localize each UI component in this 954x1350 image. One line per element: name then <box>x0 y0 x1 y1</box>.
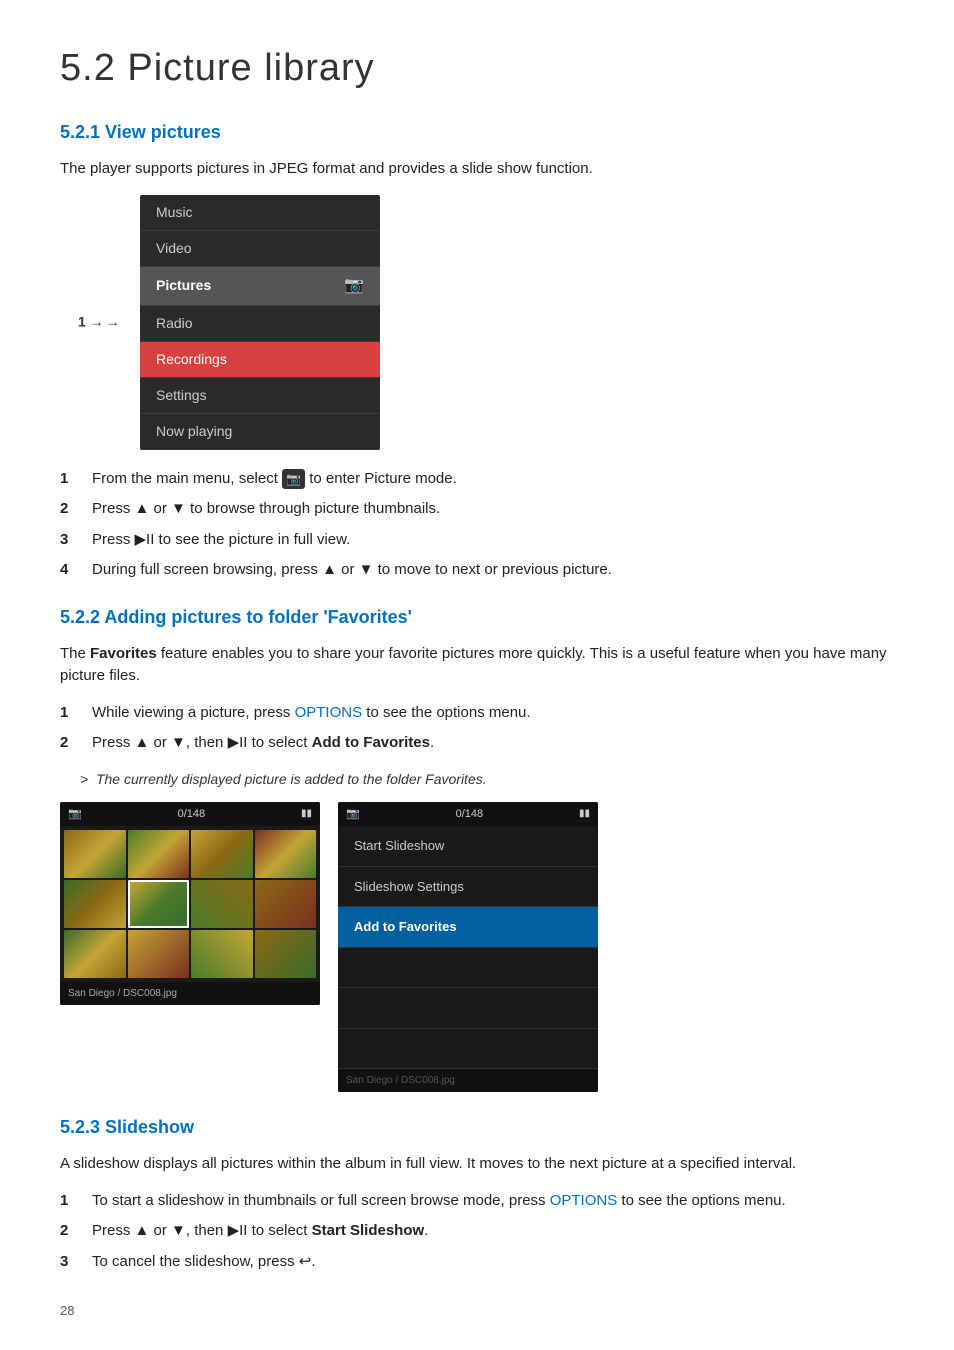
thumb-6 <box>128 880 190 928</box>
thumb-11 <box>191 930 253 978</box>
thumb-5 <box>64 880 126 928</box>
battery-left: ▮▮ <box>301 806 312 821</box>
step-521-4: 4 During full screen browsing, press ▲ o… <box>60 559 894 582</box>
section-523-heading: 5.2.3 Slideshow <box>60 1114 894 1141</box>
menu-item-video: Video <box>140 231 380 267</box>
step-521-1: 1 From the main menu, select 📷 to enter … <box>60 468 894 491</box>
screenshot-footer-right: San Diego / DSC008.jpg <box>338 1069 598 1092</box>
step-521-3: 3 Press ▶II to see the picture in full v… <box>60 529 894 552</box>
section-523-steps: 1 To start a slideshow in thumbnails or … <box>60 1190 894 1274</box>
section-521-steps: 1 From the main menu, select 📷 to enter … <box>60 468 894 582</box>
menu-option-add-favorites: Add to Favorites <box>338 907 598 948</box>
thumb-12 <box>255 930 317 978</box>
counter-left: 0/148 <box>178 806 206 823</box>
thumb-8 <box>255 880 317 928</box>
step-523-1: 1 To start a slideshow in thumbnails or … <box>60 1190 894 1213</box>
section-521-intro: The player supports pictures in JPEG for… <box>60 158 894 181</box>
menu-option-empty2 <box>338 988 598 1029</box>
screenshot-header-left: 📷 0/148 ▮▮ <box>60 802 320 827</box>
thumb-9 <box>64 930 126 978</box>
menu-item-now-playing: Now playing <box>140 414 380 450</box>
screenshot-footer-left: San Diego / DSC008.jpg <box>60 982 320 1005</box>
menu-option-slideshow-settings: Slideshow Settings <box>338 867 598 908</box>
main-title: 5.2 Picture library <box>60 40 894 97</box>
thumb-2 <box>128 830 190 878</box>
screenshot-options-menu: 📷 0/148 ▮▮ Start Slideshow Slideshow Set… <box>338 802 598 1093</box>
thumb-4 <box>255 830 317 878</box>
screenshot-thumbnails: 📷 0/148 ▮▮ San Diego / DSC008.jpg <box>60 802 320 1006</box>
section-523-intro: A slideshow displays all pictures within… <box>60 1153 894 1176</box>
page-number: 28 <box>60 1301 74 1321</box>
section-522-steps: 1 While viewing a picture, press OPTIONS… <box>60 702 894 755</box>
counter-right: 0/148 <box>456 806 484 823</box>
step-522-2: 2 Press ▲ or ▼, then ▶II to select Add t… <box>60 732 894 755</box>
menu-item-settings: Settings <box>140 378 380 414</box>
cam-icon-left: 📷 <box>68 806 82 823</box>
thumb-1 <box>64 830 126 878</box>
step-522-1: 1 While viewing a picture, press OPTIONS… <box>60 702 894 725</box>
step-521-2: 2 Press ▲ or ▼ to browse through picture… <box>60 498 894 521</box>
blockquote-note: > The currently displayed picture is add… <box>80 769 894 790</box>
menu-label-1: 1 → <box>78 312 120 333</box>
screenshot-header-right: 📷 0/148 ▮▮ <box>338 802 598 827</box>
thumb-10 <box>128 930 190 978</box>
thumb-3 <box>191 830 253 878</box>
step-523-3: 3 To cancel the slideshow, press ↩. <box>60 1251 894 1274</box>
menu-item-radio: Radio <box>140 306 380 342</box>
battery-right: ▮▮ <box>579 806 590 821</box>
main-menu-screenshot: Music Video Pictures 📷 Radio Recordings … <box>140 195 380 450</box>
section-522-heading: 5.2.2 Adding pictures to folder 'Favorit… <box>60 604 894 631</box>
thumb-7 <box>191 880 253 928</box>
section-522-intro: The Favorites feature enables you to sha… <box>60 643 894 688</box>
menu-item-music: Music <box>140 195 380 231</box>
section-521-heading: 5.2.1 View pictures <box>60 119 894 146</box>
cam-icon-right: 📷 <box>346 806 360 823</box>
menu-option-empty3 <box>338 1029 598 1070</box>
options-menu-panel: Start Slideshow Slideshow Settings Add t… <box>338 826 598 1069</box>
screenshot-row: 📷 0/148 ▮▮ San Diego / DSC008.jpg 📷 0/14… <box>60 802 894 1093</box>
menu-option-empty1 <box>338 948 598 989</box>
menu-item-pictures: Pictures 📷 <box>140 267 380 306</box>
thumb-grid <box>60 826 320 982</box>
step-523-2: 2 Press ▲ or ▼, then ▶II to select Start… <box>60 1220 894 1243</box>
menu-item-recordings: Recordings <box>140 342 380 378</box>
menu-option-start-slideshow: Start Slideshow <box>338 826 598 867</box>
